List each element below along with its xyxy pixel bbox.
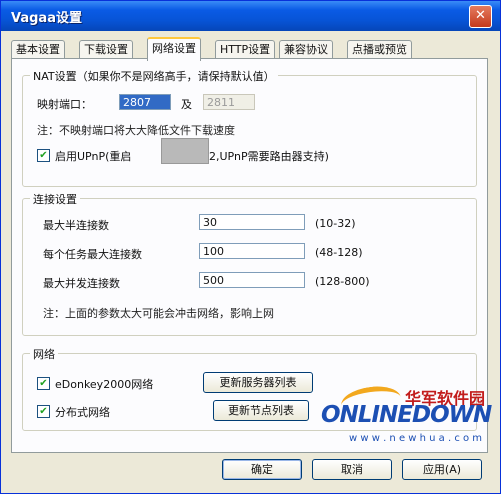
max-half-open-label: 最大半连接数 xyxy=(43,219,109,232)
onlinedown-watermark: 华军软件园 ONLINEDOWN w w w . n e w h u a . c… xyxy=(321,382,496,447)
network-legend: 网络 xyxy=(30,346,58,362)
mapped-port-input[interactable]: 2807 xyxy=(119,94,171,110)
nat-note: 注：不映射端口将大大降低文件下载速度 xyxy=(37,124,235,137)
tab-download-settings[interactable]: 下载设置 xyxy=(79,40,133,59)
connection-note: 注：上面的参数太大可能会冲击网络，影响上网 xyxy=(43,307,274,320)
update-server-list-button[interactable]: 更新服务器列表 xyxy=(203,372,313,393)
max-concurrent-input[interactable]: 500 xyxy=(199,272,305,288)
upnp-label-start: 启用UPnP(重启 xyxy=(55,150,132,163)
close-button[interactable]: ✕ xyxy=(469,5,492,28)
watermark-brand: ONLINEDOWN xyxy=(321,402,492,428)
window-title: Vagaa设置 xyxy=(11,11,82,26)
cancel-button[interactable]: 取消 xyxy=(312,459,392,480)
tab-strip: 基本设置 下载设置 网络设置 HTTP设置 兼容协议 点播或预览 xyxy=(11,37,496,61)
max-concurrent-label: 最大并发连接数 xyxy=(43,277,120,290)
tab-basic-settings[interactable]: 基本设置 xyxy=(11,40,65,59)
upnp-checkbox[interactable]: ✔ xyxy=(37,149,50,162)
max-conn-per-task-label: 每个任务最大连接数 xyxy=(43,248,142,261)
tab-http-settings[interactable]: HTTP设置 xyxy=(215,40,276,59)
dht-checkbox[interactable]: ✔ xyxy=(37,405,50,418)
nat-settings-group: NAT设置（如果你不是网络高手，请保持默认值） 映射端口： 2807 及 281… xyxy=(22,68,477,187)
dht-label: 分布式网络 xyxy=(55,406,110,419)
tab-streaming-preview[interactable]: 点播或预览 xyxy=(347,40,412,59)
ok-button[interactable]: 确定 xyxy=(222,459,302,480)
second-port-input: 2811 xyxy=(203,94,255,110)
max-half-open-input[interactable]: 30 xyxy=(199,214,305,230)
max-conn-per-task-input[interactable]: 100 xyxy=(199,243,305,259)
title-bar[interactable]: Vagaa设置 ✕ xyxy=(1,1,500,31)
connection-settings-legend: 连接设置 xyxy=(30,191,80,207)
max-concurrent-range: (128-800) xyxy=(315,275,370,288)
tab-compatible-protocols[interactable]: 兼容协议 xyxy=(279,40,333,59)
max-half-open-range: (10-32) xyxy=(315,217,356,230)
update-node-list-button[interactable]: 更新节点列表 xyxy=(213,400,309,421)
watermark-url: w w w . n e w h u a . c o m xyxy=(349,433,483,444)
connection-settings-group: 连接设置 最大半连接数 30 (10-32) 每个任务最大连接数 100 (48… xyxy=(22,191,477,336)
and-label: 及 xyxy=(181,98,192,111)
nat-settings-legend: NAT设置（如果你不是网络高手，请保持默认值） xyxy=(30,68,278,84)
port-label: 映射端口： xyxy=(37,98,92,111)
settings-dialog: Vagaa设置 ✕ 基本设置 下载设置 网络设置 HTTP设置 兼容协议 点播或… xyxy=(0,0,501,494)
edonkey-checkbox[interactable]: ✔ xyxy=(37,377,50,390)
edonkey-label: eDonkey2000网络 xyxy=(55,378,154,391)
redacted-area xyxy=(161,138,209,164)
upnp-label-end: 2,UPnP需要路由器支持) xyxy=(209,150,329,163)
max-conn-per-task-range: (48-128) xyxy=(315,246,363,259)
apply-button[interactable]: 应用(A) xyxy=(402,459,482,480)
tab-network-settings[interactable]: 网络设置 xyxy=(147,37,201,61)
